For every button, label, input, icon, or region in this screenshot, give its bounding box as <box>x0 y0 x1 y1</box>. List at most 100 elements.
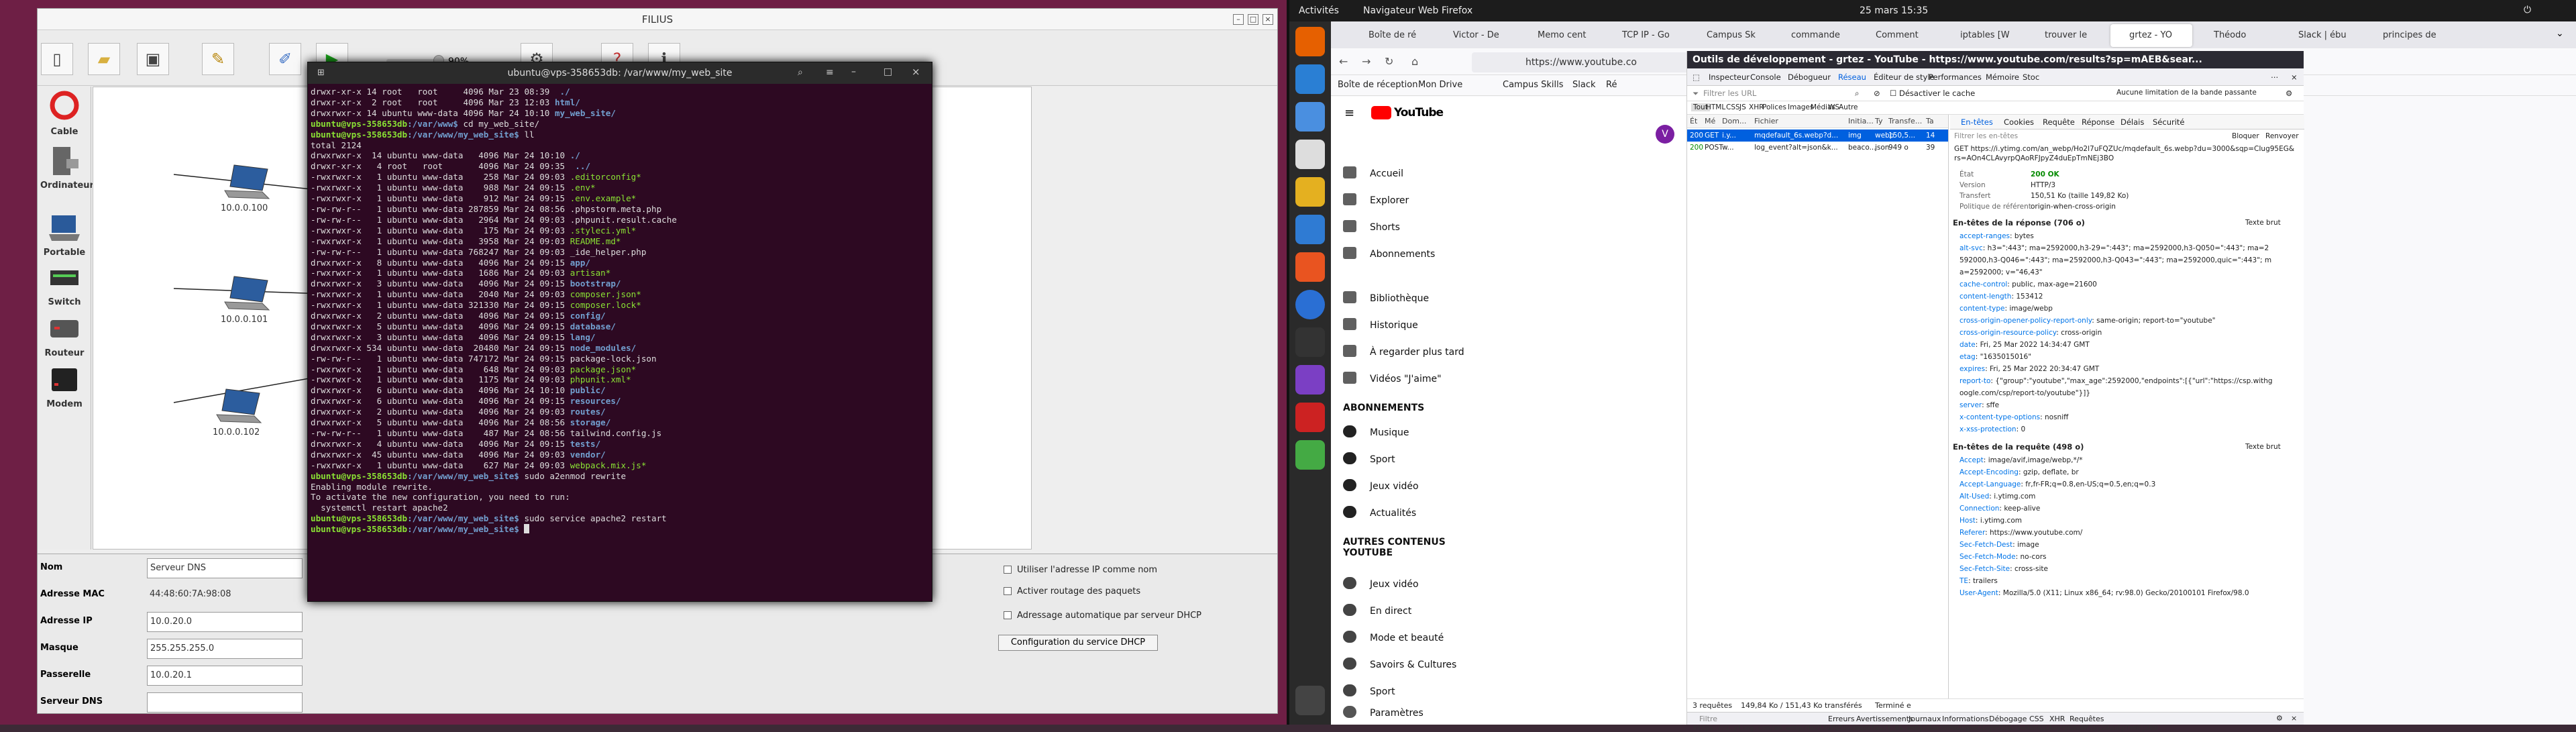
url-filter-input[interactable]: Filtrer les URL <box>1703 89 1756 98</box>
header-row[interactable]: expires: Fri, 25 Mar 2022 20:34:47 GMT <box>1960 364 2099 374</box>
devtool-tab-5[interactable]: Performances <box>1929 72 1982 82</box>
header-row[interactable]: Accept: image/avif,image/webp,*/* <box>1960 456 2083 466</box>
power-icon[interactable]: ⏻ <box>2524 5 2531 15</box>
home-icon[interactable]: ⌂ <box>1411 55 1418 68</box>
tab-8[interactable]: trouver le <box>2026 24 2108 47</box>
disable-cache-toggle[interactable]: ☐ Désactiver le cache <box>1890 89 1975 98</box>
software-icon[interactable] <box>1295 252 1325 282</box>
response-headers-heading[interactable]: En-têtes de la réponse (706 o) <box>1953 218 2085 227</box>
devtool-tab-6[interactable]: Mémoire <box>1986 72 2019 82</box>
header-row[interactable]: alt-svc: h3=":443"; ma=2592000,h3-29=":4… <box>1960 244 2269 254</box>
prop-ip-input[interactable]: 10.0.20.0 <box>147 612 303 632</box>
tab-4[interactable]: Campus Sk <box>1688 24 1770 47</box>
files-icon[interactable] <box>1295 140 1325 169</box>
header-row[interactable]: Alt-Used: i.ytimg.com <box>1960 492 2035 502</box>
thunderbird-icon[interactable] <box>1295 102 1325 132</box>
console-tab-4[interactable]: Débogage <box>1989 715 2027 723</box>
palette-modem[interactable]: Modem <box>40 362 89 409</box>
devtool-tab-7[interactable]: Stoc <box>2023 72 2039 82</box>
bookmark-2[interactable]: Campus Skills <box>1503 80 1564 90</box>
req-col-4[interactable]: Initia... <box>1848 117 1874 125</box>
app-grid-icon[interactable] <box>1295 686 1325 715</box>
reload-icon[interactable]: ↻ <box>1385 55 1393 68</box>
yt-nav-6[interactable]: À regarder plus tard <box>1343 345 1464 358</box>
tab-7[interactable]: iptables [W <box>1941 24 2023 47</box>
back-icon[interactable]: ← <box>1339 55 1348 68</box>
avatar[interactable]: V <box>1656 125 1674 144</box>
yt-sub-3[interactable]: Actualités <box>1343 506 1416 519</box>
header-row[interactable]: content-type: image/webp <box>1960 304 2053 314</box>
req-col-1[interactable]: Mé <box>1705 117 1715 125</box>
gear-icon[interactable]: ⚙ <box>2286 89 2292 98</box>
header-row[interactable]: 592000,h3-Q046=":443"; ma=2592000,h3-Q04… <box>1960 256 2271 266</box>
palette-computer[interactable]: Ordinateur <box>40 143 94 191</box>
yt-more-3[interactable]: Savoirs & Cultures <box>1343 658 1456 670</box>
req-col-0[interactable]: Ét <box>1690 117 1697 125</box>
tab-10[interactable]: Théodo <box>2195 24 2277 47</box>
node-laptop-101[interactable]: 10.0.0.101 <box>221 272 274 325</box>
header-row[interactable]: server: sffe <box>1960 401 1999 411</box>
type-filter-6[interactable]: Images <box>1788 103 1813 111</box>
throttle-select[interactable]: Aucune limitation de la bande passante <box>2116 89 2257 97</box>
header-row[interactable]: a=2592000; v="46,43" <box>1960 268 2043 278</box>
tab-5[interactable]: commande <box>1772 24 1854 47</box>
req-col-5[interactable]: Ty <box>1875 117 1883 125</box>
clock[interactable]: 25 mars 15:35 <box>1860 5 1928 16</box>
checkbox-routing[interactable]: Activer routage des paquets <box>1004 586 1140 596</box>
maximize-icon[interactable]: □ <box>1248 14 1258 25</box>
devtool-tab-0[interactable]: Inspecteur <box>1709 72 1750 82</box>
node-laptop-102[interactable]: 10.0.0.102 <box>213 385 266 437</box>
devtool-tab-4[interactable]: Éditeur de style <box>1874 72 1935 82</box>
yt-sub-2[interactable]: Jeux vidéo <box>1343 479 1419 492</box>
header-row[interactable]: User-Agent: Mozilla/5.0 (X11; Linux x86_… <box>1960 588 2249 598</box>
prop-mask-input[interactable]: 255.255.255.0 <box>147 639 303 659</box>
prop-name-input[interactable]: Serveur DNS <box>147 558 303 578</box>
prop-dns-input[interactable] <box>147 692 303 713</box>
console-tab-2[interactable]: Journaux <box>1909 715 1941 723</box>
details-tab-4[interactable]: Délais <box>2121 117 2144 127</box>
header-row[interactable]: x-xss-protection: 0 <box>1960 425 2025 435</box>
save-icon[interactable]: ▣ <box>137 43 169 75</box>
vscode-icon[interactable] <box>1295 64 1325 94</box>
forward-icon[interactable]: → <box>1362 55 1371 68</box>
request-row-0[interactable]: 200 GET i.y... mqdefault_6s.webp?d... img web… <box>1687 129 1948 142</box>
yt-more-2[interactable]: Mode et beauté <box>1343 631 1444 643</box>
header-filter-input[interactable]: Filtrer les en-têtes <box>1954 132 2018 140</box>
search-icon[interactable]: ⌕ <box>1855 89 1859 99</box>
type-filter-8[interactable]: WS <box>1828 103 1839 111</box>
bookmark-1[interactable]: Mon Drive <box>1418 80 1462 90</box>
request-row-1[interactable]: 200 POST w... log_event?alt=json&k... beaco.… <box>1687 142 1948 154</box>
details-tab-2[interactable]: Requête <box>2043 117 2075 127</box>
yt-nav-0[interactable]: Accueil <box>1343 166 1403 179</box>
rhythmbox-icon[interactable] <box>1295 177 1325 207</box>
header-row[interactable]: Sec-Fetch-Mode: no-cors <box>1960 552 2047 562</box>
header-row[interactable]: date: Fri, 25 Mar 2022 14:34:47 GMT <box>1960 340 2090 350</box>
close-icon[interactable]: × <box>2291 714 2297 723</box>
bookmark-4[interactable]: Ré <box>1606 80 1617 90</box>
pick-element-icon[interactable]: ⬚ <box>1693 72 1700 82</box>
hamburger-icon[interactable]: ≡ <box>1344 106 1354 120</box>
bookmark-0[interactable]: Boîte de réception <box>1338 80 1417 90</box>
header-row[interactable]: Accept-Language: fr,fr-FR;q=0.8,en-US;q=… <box>1960 480 2155 490</box>
header-row[interactable]: cache-control: public, max-age=21600 <box>1960 280 2097 290</box>
header-row[interactable]: Connection: keep-alive <box>1960 504 2040 514</box>
tab-0[interactable]: Boîte de ré <box>1350 24 1432 47</box>
raw-toggle[interactable]: Texte brut <box>2245 218 2281 228</box>
console-tab-3[interactable]: Informations <box>1942 715 1988 723</box>
details-tab-5[interactable]: Sécurité <box>2153 117 2185 127</box>
checkbox-dhcp[interactable]: Adressage automatique par serveur DHCP <box>1004 611 1201 621</box>
yt-nav-3[interactable]: Abonnements <box>1343 247 1435 260</box>
search-icon[interactable]: ⌕ <box>798 67 803 78</box>
header-row[interactable]: oogle.com/csp/report-to/youtube"}]} <box>1960 388 2090 399</box>
header-row[interactable]: report-to: {"group":"youtube","max_age":… <box>1960 376 2273 386</box>
yt-settings[interactable]: Paramètres <box>1343 706 1424 719</box>
trash-icon[interactable] <box>1295 440 1325 470</box>
yt-sub-1[interactable]: Sport <box>1343 452 1395 465</box>
console-tab-0[interactable]: Erreurs <box>1828 715 1855 723</box>
header-row[interactable]: Sec-Fetch-Dest: image <box>1960 540 2039 550</box>
tab-9[interactable]: grtez - YO <box>2110 24 2192 47</box>
console-tab-6[interactable]: XHR <box>2049 715 2065 723</box>
console-filter[interactable]: Filtre <box>1699 715 1717 723</box>
header-row[interactable]: Referer: https://www.youtube.com/ <box>1960 528 2082 538</box>
console-tab-1[interactable]: Avertissements <box>1856 715 1913 723</box>
